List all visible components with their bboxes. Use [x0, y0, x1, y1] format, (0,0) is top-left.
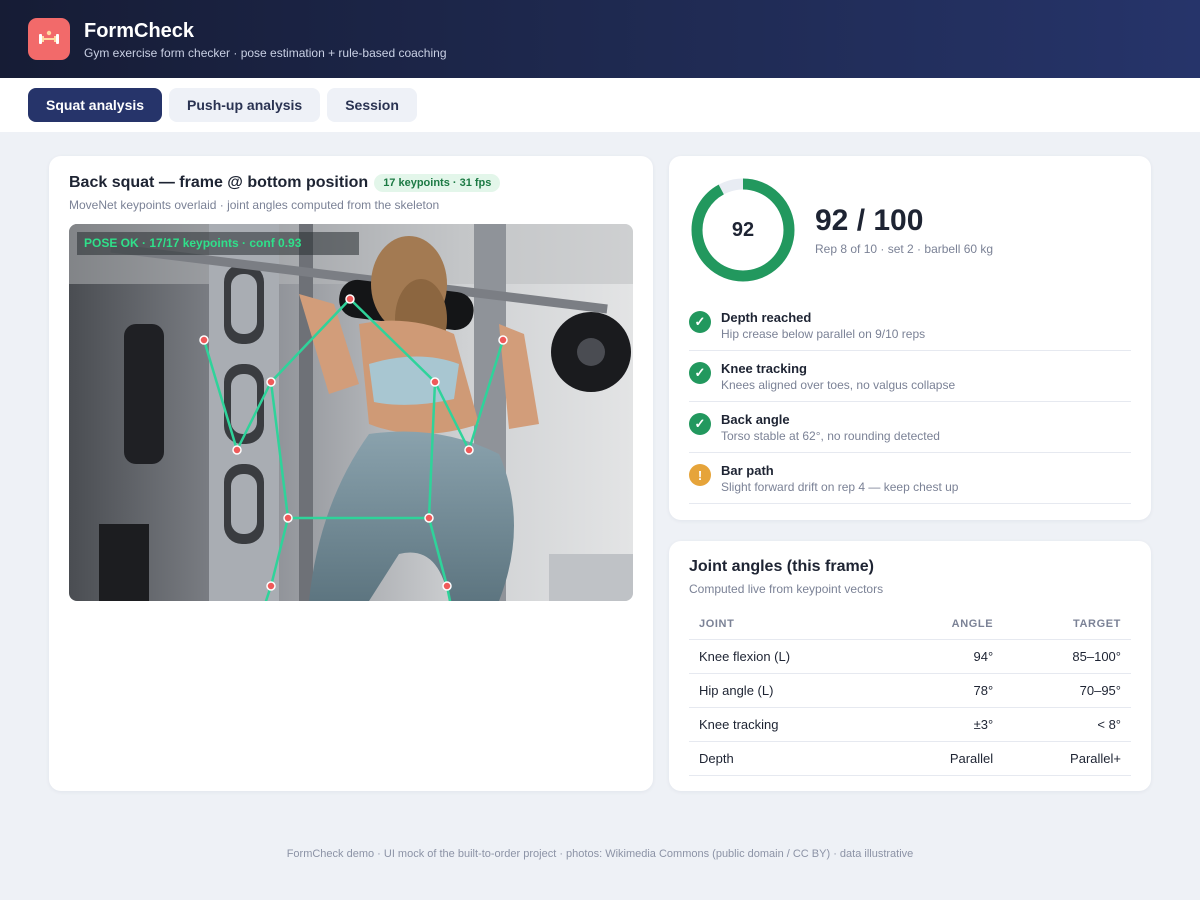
score-card: 92 92 / 100 Rep 8 of 10 · set 2 · barbel… [669, 156, 1151, 520]
form-checks-list: ✓ Depth reached Hip crease below paralle… [689, 300, 1131, 504]
table-header-row: JOINT ANGLE TARGET [689, 610, 1131, 640]
tab-bar: Squat analysis Push-up analysis Session [0, 78, 1200, 132]
angle-cell: ±3° [889, 707, 1004, 742]
tab-squat-analysis[interactable]: Squat analysis [28, 88, 163, 122]
dumbbell-icon [28, 18, 70, 60]
angle-cell: 94° [889, 639, 1004, 674]
tab-push-up-analysis[interactable]: Push-up analysis [169, 88, 321, 122]
table-row: Hip angle (L) 78° 70–95° [689, 673, 1131, 708]
score-value: 92 / 100 [815, 204, 924, 237]
check-item-bar-path: ! Bar path Slight forward drift on rep 4… [689, 453, 1131, 504]
target-cell: < 8° [1003, 707, 1131, 742]
check-icon: ✓ [689, 311, 711, 333]
frame-subtitle: MoveNet keypoints overlaid · joint angle… [69, 198, 440, 212]
check-item-depth: ✓ Depth reached Hip crease below paralle… [689, 300, 1131, 351]
table-row: Depth Parallel Parallel+ [689, 741, 1131, 776]
joint-angles-card: Joint angles (this frame) Computed live … [669, 541, 1151, 791]
target-cell: 70–95° [1003, 673, 1131, 708]
app-subtitle: Gym exercise form checker · pose estimat… [84, 45, 447, 60]
column-header-angle: ANGLE [889, 610, 1004, 640]
frame-title: Back squat — frame @ bottom position [69, 174, 369, 191]
joint-cell: Hip angle (L) [689, 673, 890, 708]
tab-session[interactable]: Session [327, 88, 417, 122]
joint-angles-table: JOINT ANGLE TARGET Knee flexion (L) 94° … [689, 610, 1131, 776]
check-title: Back angle [721, 412, 790, 427]
joint-angles-title: Joint angles (this frame) [689, 558, 874, 575]
app-title: FormCheck [84, 19, 195, 42]
squat-photo: POSE OK · 17/17 keypoints · conf 0.93 [69, 224, 633, 601]
footer-note: FormCheck demo · UI mock of the built-to… [286, 848, 914, 860]
frame-card: Back squat — frame @ bottom position 17 … [49, 156, 653, 791]
column-header-joint: JOINT [689, 610, 890, 640]
check-title: Depth reached [721, 310, 812, 325]
keypoints-badge: 17 keypoints · 31 fps [374, 174, 501, 192]
score-meta: Rep 8 of 10 · set 2 · barbell 60 kg [815, 242, 994, 256]
pose-status-overlay: POSE OK · 17/17 keypoints · conf 0.93 [77, 232, 359, 255]
warning-icon: ! [689, 464, 711, 486]
score-ring-label: 92 [731, 218, 755, 241]
check-description: Slight forward drift on rep 4 — keep che… [721, 480, 959, 494]
angle-cell: Parallel [889, 741, 1004, 776]
check-icon: ✓ [689, 413, 711, 435]
check-title: Knee tracking [721, 361, 807, 376]
joint-cell: Depth [689, 741, 890, 776]
table-row: Knee tracking ±3° < 8° [689, 707, 1131, 742]
check-item-knee-tracking: ✓ Knee tracking Knees aligned over toes,… [689, 351, 1131, 402]
column-header-target: TARGET [1003, 610, 1131, 640]
joint-cell: Knee tracking [689, 707, 890, 742]
target-cell: Parallel+ [1003, 741, 1131, 776]
app-header: FormCheck Gym exercise form checker · po… [0, 0, 1200, 78]
check-description: Knees aligned over toes, no valgus colla… [721, 378, 956, 392]
score-ring: 92 [689, 176, 797, 284]
check-description: Torso stable at 62°, no rounding detecte… [721, 429, 940, 443]
check-description: Hip crease below parallel on 9/10 reps [721, 327, 926, 341]
target-cell: 85–100° [1003, 639, 1131, 674]
check-item-back-angle: ✓ Back angle Torso stable at 62°, no rou… [689, 402, 1131, 453]
check-icon: ✓ [689, 362, 711, 384]
check-title: Bar path [721, 463, 774, 478]
joint-angles-subtitle: Computed live from keypoint vectors [689, 582, 884, 596]
angle-cell: 78° [889, 673, 1004, 708]
table-row: Knee flexion (L) 94° 85–100° [689, 639, 1131, 674]
joint-cell: Knee flexion (L) [689, 639, 890, 674]
